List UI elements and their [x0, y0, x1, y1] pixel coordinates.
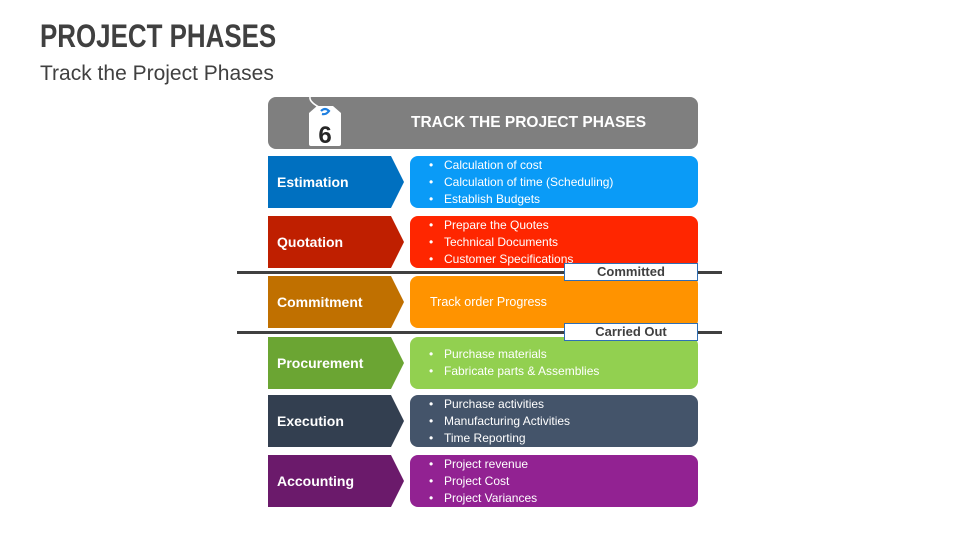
phase-chevron-estimation: Estimation [268, 156, 404, 208]
slide-subtitle: Track the Project Phases [40, 62, 274, 85]
phase-item: Establish Budgets [410, 191, 698, 208]
phase-item: Prepare the Quotes [410, 217, 698, 234]
phase-row-procurement: Procurement Purchase materials Fabricate… [268, 337, 698, 389]
phase-details-accounting: Project revenue Project Cost Project Var… [410, 455, 698, 507]
milestone-label-carried-out: Carried Out [564, 323, 698, 341]
phase-row-commitment: Commitment Track order Progress [268, 276, 698, 328]
phase-item: Project revenue [410, 456, 698, 473]
phase-label: Estimation [277, 174, 349, 190]
phase-item-list: Purchase materials Fabricate parts & Ass… [410, 346, 698, 380]
phase-item: Technical Documents [410, 234, 698, 251]
tag-number: 6 [318, 122, 331, 148]
header-bar: 6 TRACK THE PROJECT PHASES [268, 96, 698, 149]
phase-item-list: Project revenue Project Cost Project Var… [410, 456, 698, 507]
phase-item: Project Cost [410, 473, 698, 490]
phase-chevron-procurement: Procurement [268, 337, 404, 389]
phase-item: Purchase activities [410, 396, 698, 413]
phase-item-list: Purchase activities Manufacturing Activi… [410, 396, 698, 447]
phase-label: Accounting [277, 473, 354, 489]
phase-item: Project Variances [410, 490, 698, 507]
phase-chevron-commitment: Commitment [268, 276, 404, 328]
phase-item-list: Prepare the Quotes Technical Documents C… [410, 217, 698, 268]
phase-item: Purchase materials [410, 346, 698, 363]
phase-item-list: Calculation of cost Calculation of time … [410, 157, 698, 208]
phase-label: Quotation [277, 234, 344, 250]
phase-details-procurement: Purchase materials Fabricate parts & Ass… [410, 337, 698, 389]
phase-item: Fabricate parts & Assemblies [410, 363, 698, 380]
price-tag-icon: 6 [309, 96, 341, 148]
phase-details-estimation: Calculation of cost Calculation of time … [410, 156, 698, 208]
phase-details-quotation: Prepare the Quotes Technical Documents C… [410, 216, 698, 268]
phase-row-execution: Execution Purchase activities Manufactur… [268, 395, 698, 447]
phase-row-accounting: Accounting Project revenue Project Cost … [268, 455, 698, 507]
phase-row-estimation: Estimation Calculation of cost Calculati… [268, 156, 698, 208]
phase-chevron-quotation: Quotation [268, 216, 404, 268]
milestone-label-committed: Committed [564, 263, 698, 281]
header-title: TRACK THE PROJECT PHASES [411, 114, 647, 131]
phase-label: Execution [277, 413, 344, 429]
slide-title: PROJECT PHASES [40, 18, 277, 54]
phase-row-quotation: Quotation Prepare the Quotes Technical D… [268, 216, 698, 268]
phase-chevron-accounting: Accounting [268, 455, 404, 507]
phase-details-commitment: Track order Progress [410, 276, 698, 328]
phase-item: Calculation of time (Scheduling) [410, 174, 698, 191]
phase-description: Track order Progress [430, 295, 547, 309]
phase-item: Time Reporting [410, 430, 698, 447]
phase-item: Calculation of cost [410, 157, 698, 174]
phase-details-execution: Purchase activities Manufacturing Activi… [410, 395, 698, 447]
phase-item: Manufacturing Activities [410, 413, 698, 430]
phase-label: Commitment [277, 294, 363, 310]
phase-chevron-execution: Execution [268, 395, 404, 447]
phase-label: Procurement [277, 355, 364, 371]
